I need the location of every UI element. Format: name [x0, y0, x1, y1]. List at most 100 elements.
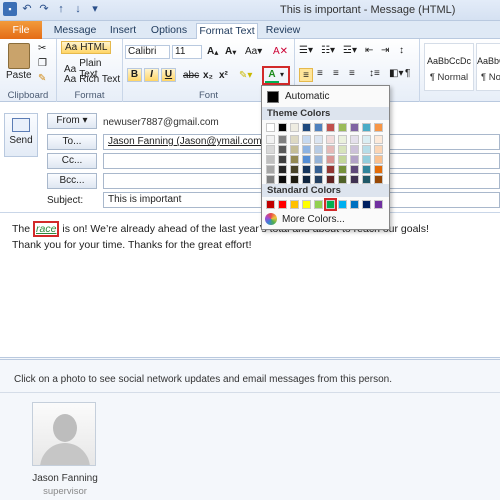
- numbering-icon[interactable]: ☷▾: [321, 45, 335, 56]
- theme-shade-swatch[interactable]: [338, 165, 347, 174]
- theme-shade-swatch[interactable]: [350, 155, 359, 164]
- theme-shade-swatch[interactable]: [338, 145, 347, 154]
- theme-shade-swatch[interactable]: [362, 135, 371, 144]
- theme-shade-swatch[interactable]: [326, 145, 335, 154]
- bold-button[interactable]: B: [127, 68, 142, 82]
- theme-color-swatch[interactable]: [302, 123, 311, 132]
- theme-shade-swatch[interactable]: [314, 145, 323, 154]
- selected-word-race[interactable]: race: [33, 221, 60, 237]
- rich-text-button[interactable]: Aa Rich Text: [64, 74, 120, 85]
- theme-color-swatch[interactable]: [350, 123, 359, 132]
- theme-shade-swatch[interactable]: [266, 145, 275, 154]
- theme-shade-swatch[interactable]: [302, 135, 311, 144]
- tab-insert[interactable]: Insert: [103, 23, 143, 39]
- theme-shade-swatch[interactable]: [326, 135, 335, 144]
- standard-color-swatch[interactable]: [338, 200, 347, 209]
- down-arrow-icon[interactable]: ↓: [71, 2, 85, 16]
- theme-shade-swatch[interactable]: [374, 135, 383, 144]
- font-name-combo[interactable]: Calibri: [125, 45, 170, 59]
- style-normal[interactable]: AaBbCcDc ¶ Normal: [424, 43, 474, 91]
- theme-color-swatch[interactable]: [314, 123, 323, 132]
- theme-shade-swatch[interactable]: [314, 175, 323, 184]
- cut-icon[interactable]: ✂: [38, 43, 46, 54]
- html-format-button[interactable]: Aa HTML: [61, 41, 112, 54]
- to-button[interactable]: To...: [47, 134, 97, 150]
- theme-shade-swatch[interactable]: [302, 155, 311, 164]
- theme-shade-swatch[interactable]: [314, 135, 323, 144]
- theme-shade-swatch[interactable]: [278, 145, 287, 154]
- strikethrough-icon[interactable]: abc: [183, 70, 199, 81]
- theme-shade-swatch[interactable]: [290, 175, 299, 184]
- customize-qat-icon[interactable]: ▾: [88, 2, 102, 16]
- cc-button[interactable]: Cc...: [47, 153, 97, 169]
- highlight-icon[interactable]: ✎▾: [239, 70, 252, 81]
- underline-button[interactable]: U: [161, 68, 176, 82]
- theme-shade-swatch[interactable]: [290, 165, 299, 174]
- theme-shade-swatch[interactable]: [326, 165, 335, 174]
- theme-shade-swatch[interactable]: [266, 155, 275, 164]
- from-button[interactable]: From ▾: [47, 113, 97, 129]
- format-painter-icon[interactable]: ✎: [38, 73, 46, 84]
- theme-shade-swatch[interactable]: [326, 175, 335, 184]
- line-spacing-icon[interactable]: ↕≡: [369, 68, 380, 79]
- grow-font-icon[interactable]: A ▴: [207, 46, 218, 57]
- theme-shade-swatch[interactable]: [278, 165, 287, 174]
- up-arrow-icon[interactable]: ↑: [54, 2, 68, 16]
- multilevel-list-icon[interactable]: ☲▾: [343, 45, 357, 56]
- theme-shade-swatch[interactable]: [326, 155, 335, 164]
- align-center-icon[interactable]: ≡: [317, 68, 323, 79]
- italic-button[interactable]: I: [144, 68, 159, 82]
- theme-shade-swatch[interactable]: [338, 135, 347, 144]
- theme-shade-swatch[interactable]: [350, 145, 359, 154]
- standard-color-swatch[interactable]: [324, 198, 337, 211]
- theme-shade-swatch[interactable]: [302, 145, 311, 154]
- shrink-font-icon[interactable]: A ▾: [225, 46, 236, 57]
- standard-color-swatch[interactable]: [314, 200, 323, 209]
- standard-color-swatch[interactable]: [302, 200, 311, 209]
- message-body[interactable]: The race is on! We’re already ahead of t…: [0, 212, 500, 357]
- theme-shade-swatch[interactable]: [350, 135, 359, 144]
- theme-shade-swatch[interactable]: [266, 135, 275, 144]
- decrease-indent-icon[interactable]: ⇤: [365, 45, 373, 56]
- theme-shade-swatch[interactable]: [290, 145, 299, 154]
- change-case-icon[interactable]: Aa▾: [245, 46, 262, 57]
- standard-color-swatch[interactable]: [290, 200, 299, 209]
- theme-shade-swatch[interactable]: [290, 155, 299, 164]
- justify-icon[interactable]: ≡: [349, 68, 355, 79]
- theme-shade-swatch[interactable]: [362, 145, 371, 154]
- theme-shade-swatch[interactable]: [302, 175, 311, 184]
- theme-shade-swatch[interactable]: [314, 165, 323, 174]
- theme-color-swatch[interactable]: [374, 123, 383, 132]
- send-button[interactable]: Send: [4, 113, 38, 157]
- theme-shade-swatch[interactable]: [362, 175, 371, 184]
- theme-color-swatch[interactable]: [326, 123, 335, 132]
- bullets-icon[interactable]: ☰▾: [299, 45, 313, 56]
- automatic-color-option[interactable]: Automatic: [265, 89, 387, 104]
- theme-color-swatch[interactable]: [266, 123, 275, 132]
- pilcrow-icon[interactable]: ¶: [405, 68, 410, 79]
- avatar[interactable]: [32, 402, 96, 466]
- theme-color-swatch[interactable]: [362, 123, 371, 132]
- paste-button[interactable]: Paste: [6, 43, 32, 81]
- theme-color-swatch[interactable]: [278, 123, 287, 132]
- tab-format-text[interactable]: Format Text: [196, 23, 258, 40]
- theme-shade-swatch[interactable]: [338, 155, 347, 164]
- tab-options[interactable]: Options: [146, 23, 192, 39]
- theme-shade-swatch[interactable]: [374, 165, 383, 174]
- theme-color-swatch[interactable]: [290, 123, 299, 132]
- sort-icon[interactable]: ↕: [399, 45, 404, 56]
- theme-shade-swatch[interactable]: [350, 165, 359, 174]
- tab-file[interactable]: File: [0, 21, 42, 39]
- standard-color-swatch[interactable]: [278, 200, 287, 209]
- theme-shade-swatch[interactable]: [302, 165, 311, 174]
- bcc-button[interactable]: Bcc...: [47, 173, 97, 189]
- theme-shade-swatch[interactable]: [266, 175, 275, 184]
- subscript-icon[interactable]: x₂: [203, 70, 213, 81]
- increase-indent-icon[interactable]: ⇥: [381, 45, 389, 56]
- more-colors-option[interactable]: More Colors...: [265, 213, 345, 225]
- theme-shade-swatch[interactable]: [314, 155, 323, 164]
- theme-shade-swatch[interactable]: [278, 175, 287, 184]
- standard-color-swatch[interactable]: [374, 200, 383, 209]
- theme-shade-swatch[interactable]: [338, 175, 347, 184]
- standard-color-swatch[interactable]: [362, 200, 371, 209]
